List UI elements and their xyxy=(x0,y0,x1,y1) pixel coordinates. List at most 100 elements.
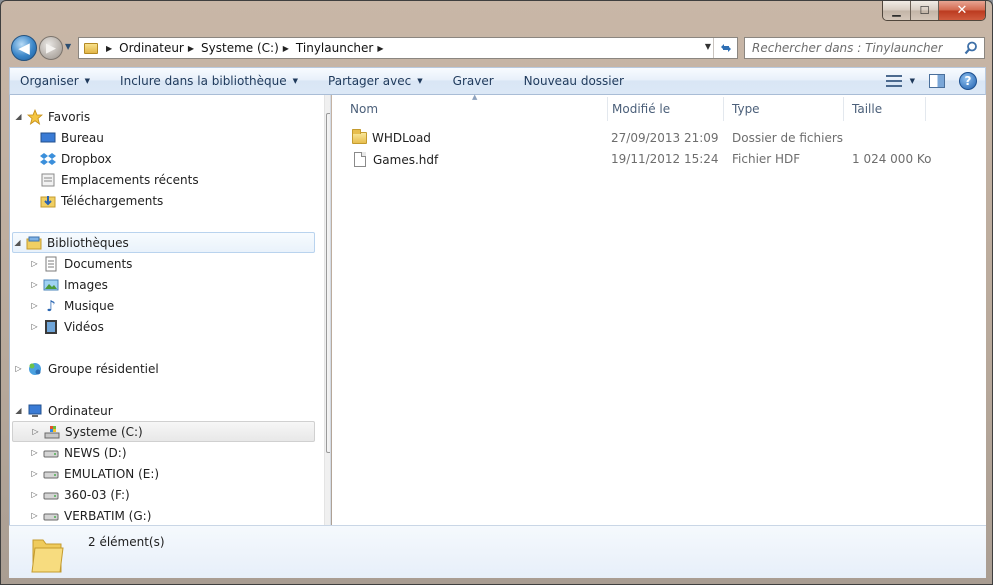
tree-label: Favoris xyxy=(48,109,91,124)
tree-item-images[interactable]: ▷ Images xyxy=(30,274,107,295)
organize-button[interactable]: Organiser ▼ xyxy=(20,74,90,88)
item-count: 2 élément(s) xyxy=(88,535,165,549)
tree-label: Ordinateur xyxy=(48,403,113,418)
breadcrumb-separator-icon[interactable]: ▶ xyxy=(377,44,383,53)
navigation-pane: ◢ Favoris Bureau Dropbox Emplacements ré… xyxy=(9,95,331,525)
tree-item-drive-g[interactable]: ▷ VERBATIM (G:) xyxy=(30,505,151,525)
breadcrumb-separator-icon[interactable]: ▶ xyxy=(106,44,112,53)
tree-item-music[interactable]: ▷ ♪ Musique xyxy=(30,295,114,316)
new-folder-button[interactable]: Nouveau dossier xyxy=(524,74,624,88)
breadcrumb-item-computer[interactable]: Ordinateur xyxy=(119,41,184,55)
tree-label: Musique xyxy=(64,298,115,313)
recent-pages-dropdown-icon[interactable]: ▼ xyxy=(65,42,71,51)
refresh-button[interactable] xyxy=(713,38,737,58)
tree-item-drive-d[interactable]: ▷ NEWS (D:) xyxy=(30,442,126,463)
tree-item-drive-c[interactable]: ▷ Systeme (C:) xyxy=(12,421,315,442)
expand-arrow-icon[interactable]: ▷ xyxy=(30,490,39,499)
file-row[interactable]: WHDLoad 27/09/2013 21:09 Dossier de fich… xyxy=(332,128,986,149)
expand-arrow-icon[interactable]: ▷ xyxy=(30,301,39,310)
star-icon xyxy=(27,108,43,125)
breadcrumb-separator-icon[interactable]: ▶ xyxy=(283,44,289,53)
title-bar: ▁ ☐ ✕ xyxy=(1,1,992,33)
file-type: Dossier de fichiers xyxy=(732,131,844,145)
organize-label: Organiser xyxy=(20,74,79,88)
drive-icon xyxy=(43,466,59,482)
tree-label: 360-03 (F:) xyxy=(64,487,130,502)
chevron-down-icon: ▼ xyxy=(417,77,423,85)
file-modified: 19/11/2012 15:24 xyxy=(611,152,719,166)
expand-arrow-icon[interactable]: ▷ xyxy=(31,427,40,436)
include-in-library-label: Inclure dans la bibliothèque xyxy=(120,74,287,88)
burn-label: Graver xyxy=(452,74,494,88)
address-history-dropdown-icon[interactable]: ▼ xyxy=(705,42,711,51)
column-header-size[interactable]: Taille xyxy=(844,97,926,121)
column-headers: ▲ Nom Modifié le Type Taille xyxy=(332,93,986,121)
folder-icon xyxy=(31,539,64,573)
column-header-name[interactable]: Nom xyxy=(342,97,608,121)
libraries-icon xyxy=(26,235,42,251)
column-header-type[interactable]: Type xyxy=(724,97,844,121)
tree-item-videos[interactable]: ▷ Vidéos xyxy=(30,316,104,337)
details-view-icon xyxy=(885,75,902,87)
tree-label: Téléchargements xyxy=(61,193,164,208)
tree-label: Emplacements récents xyxy=(61,172,199,187)
include-in-library-button[interactable]: Inclure dans la bibliothèque ▼ xyxy=(120,74,298,88)
breadcrumb-item-drive[interactable]: Systeme (C:) xyxy=(201,41,279,55)
tree-item-libraries[interactable]: ◢ Bibliothèques xyxy=(12,232,315,253)
file-list-pane: ▲ Nom Modifié le Type Taille WHDLoad 27/… xyxy=(332,93,986,525)
collapse-arrow-icon[interactable]: ◢ xyxy=(14,406,23,415)
tree-item-downloads[interactable]: Téléchargements xyxy=(36,190,163,211)
expand-arrow-icon[interactable]: ▷ xyxy=(30,469,39,478)
minimize-button[interactable]: ▁ xyxy=(883,1,911,20)
column-header-modified[interactable]: Modifié le xyxy=(604,97,724,121)
breadcrumb-item-current-folder[interactable]: Tinylauncher xyxy=(296,41,373,55)
collapse-arrow-icon[interactable]: ◢ xyxy=(13,238,22,247)
close-button[interactable]: ✕ xyxy=(939,1,985,20)
change-view-button[interactable]: ▼ xyxy=(885,75,915,87)
music-icon: ♪ xyxy=(46,296,56,315)
system-drive-icon xyxy=(44,424,60,440)
collapse-arrow-icon[interactable]: ◢ xyxy=(14,112,23,121)
scrollbar-thumb[interactable] xyxy=(326,113,330,453)
tree-item-computer[interactable]: ◢ Ordinateur xyxy=(14,400,113,421)
scroll-down-icon[interactable]: ▼ xyxy=(325,508,331,524)
tree-item-drive-f[interactable]: ▷ 360-03 (F:) xyxy=(30,484,130,505)
navigation-scrollbar[interactable]: ▲ ▼ xyxy=(324,95,331,525)
scroll-up-icon[interactable]: ▲ xyxy=(325,95,331,111)
tree-label: Systeme (C:) xyxy=(65,424,143,439)
forward-button[interactable]: ▶ xyxy=(39,36,63,60)
file-row[interactable]: Games.hdf 19/11/2012 15:24 Fichier HDF 1… xyxy=(332,149,986,170)
tree-label: Dropbox xyxy=(61,151,112,166)
tree-item-desktop[interactable]: Bureau xyxy=(36,127,104,148)
file-size: 1 024 000 Ko xyxy=(852,152,932,166)
maximize-button[interactable]: ☐ xyxy=(911,1,939,20)
breadcrumb-separator-icon[interactable]: ▶ xyxy=(188,44,194,53)
expand-arrow-icon[interactable]: ▷ xyxy=(30,448,39,457)
share-with-button[interactable]: Partager avec ▼ xyxy=(328,74,423,88)
downloads-folder-icon xyxy=(40,193,56,209)
tree-item-favorites[interactable]: ◢ Favoris xyxy=(14,106,90,127)
file-type: Fichier HDF xyxy=(732,152,801,166)
expand-arrow-icon[interactable]: ▷ xyxy=(30,280,39,289)
tree-label: Vidéos xyxy=(64,319,104,334)
burn-button[interactable]: Graver xyxy=(453,74,494,88)
help-button[interactable]: ? xyxy=(959,72,977,90)
preview-pane-button[interactable] xyxy=(929,74,945,88)
back-button[interactable]: ◀ xyxy=(11,35,37,61)
file-name-cell: WHDLoad xyxy=(352,129,431,145)
expand-arrow-icon[interactable]: ▷ xyxy=(30,259,39,268)
explorer-window: ▁ ☐ ✕ ◀ ▶ ▼ ▶ Ordinateur ▶ Systeme (C:) … xyxy=(0,0,993,585)
expand-arrow-icon[interactable]: ▷ xyxy=(14,364,23,373)
search-icon[interactable] xyxy=(964,41,978,55)
expand-arrow-icon[interactable]: ▷ xyxy=(30,322,39,331)
tree-item-dropbox[interactable]: Dropbox xyxy=(36,148,112,169)
tree-item-recent-places[interactable]: Emplacements récents xyxy=(36,169,199,190)
tree-label: EMULATION (E:) xyxy=(64,466,160,481)
share-with-label: Partager avec xyxy=(328,74,412,88)
expand-arrow-icon[interactable]: ▷ xyxy=(30,511,39,520)
address-bar[interactable]: ▶ Ordinateur ▶ Systeme (C:) ▶ Tinylaunch… xyxy=(78,37,738,59)
tree-item-homegroup[interactable]: ▷ Groupe résidentiel xyxy=(14,358,158,379)
tree-item-drive-e[interactable]: ▷ EMULATION (E:) xyxy=(30,463,159,484)
tree-item-documents[interactable]: ▷ Documents xyxy=(30,253,132,274)
search-input[interactable]: Rechercher dans : Tinylauncher xyxy=(744,37,985,59)
